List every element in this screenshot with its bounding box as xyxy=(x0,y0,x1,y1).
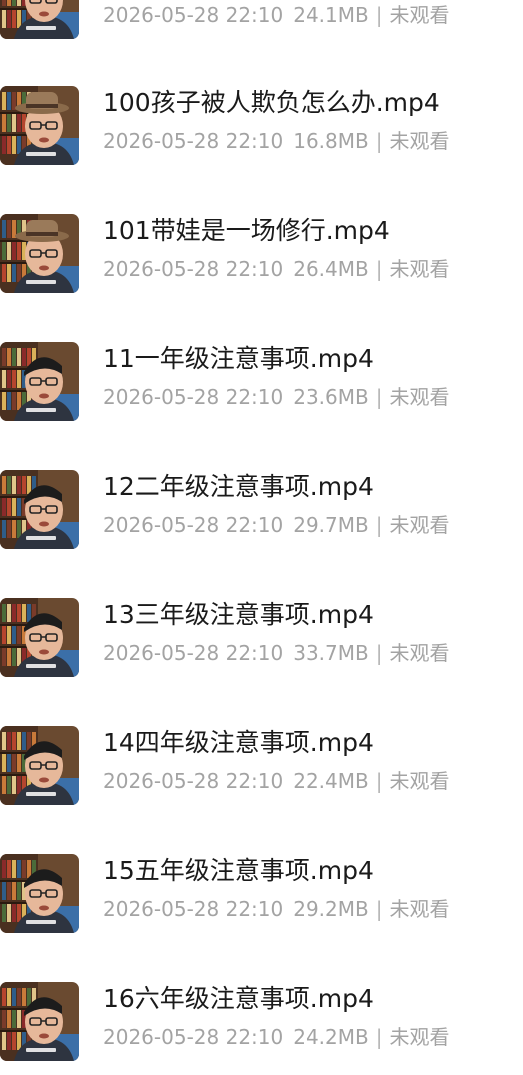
watch-status: 未观看 xyxy=(389,897,450,921)
video-thumbnail[interactable] xyxy=(0,86,79,165)
video-title: 15五年级注意事项.mp4 xyxy=(103,856,374,885)
video-size: 16.8MB xyxy=(293,129,369,153)
watch-status: 未观看 xyxy=(389,1025,450,1049)
video-meta: 2026-05-28 22:10 24.1MB | 未观看 xyxy=(103,0,450,30)
meta-separator: | xyxy=(375,641,383,665)
video-meta: 2026-05-28 22:10 24.2MB | 未观看 xyxy=(103,1022,450,1052)
list-item[interactable]: 12二年级注意事项.mp4 2026-05-28 22:10 29.7MB | 未观看 xyxy=(0,470,523,598)
video-meta: 2026-05-28 22:10 22.4MB | 未观看 xyxy=(103,766,450,796)
video-title: 12二年级注意事项.mp4 xyxy=(103,472,374,501)
video-thumbnail[interactable] xyxy=(0,982,79,1061)
video-title: 100孩子被人欺负怎么办.mp4 xyxy=(103,88,440,117)
video-date: 2026-05-28 22:10 xyxy=(103,385,284,409)
video-size: 23.6MB xyxy=(293,385,369,409)
watch-status: 未观看 xyxy=(389,257,450,281)
video-meta: 2026-05-28 22:10 29.2MB | 未观看 xyxy=(103,894,450,924)
video-title: 14四年级注意事项.mp4 xyxy=(103,728,374,757)
video-thumbnail[interactable] xyxy=(0,214,79,293)
video-meta: 2026-05-28 22:10 29.7MB | 未观看 xyxy=(103,510,450,540)
meta-separator: | xyxy=(375,1025,383,1049)
meta-separator: | xyxy=(375,769,383,793)
watch-status: 未观看 xyxy=(389,129,450,153)
watch-status: 未观看 xyxy=(389,513,450,537)
video-file-list: 2026-05-28 22:10 24.1MB | 未观看 100孩子被人欺负怎么办.… xyxy=(0,0,523,1075)
video-size: 33.7MB xyxy=(293,641,369,665)
watch-status: 未观看 xyxy=(389,769,450,793)
video-size: 29.2MB xyxy=(293,897,369,921)
video-size: 26.4MB xyxy=(293,257,369,281)
list-item[interactable]: 13三年级注意事项.mp4 2026-05-28 22:10 33.7MB | 未观看 xyxy=(0,598,523,726)
list-item[interactable]: 11一年级注意事项.mp4 2026-05-28 22:10 23.6MB | 未观看 xyxy=(0,342,523,470)
video-thumbnail[interactable] xyxy=(0,726,79,805)
list-item[interactable]: 15五年级注意事项.mp4 2026-05-28 22:10 29.2MB | 未观看 xyxy=(0,854,523,982)
meta-separator: | xyxy=(375,3,383,27)
meta-separator: | xyxy=(375,129,383,153)
video-date: 2026-05-28 22:10 xyxy=(103,257,284,281)
meta-separator: | xyxy=(375,257,383,281)
watch-status: 未观看 xyxy=(389,641,450,665)
video-thumbnail[interactable] xyxy=(0,470,79,549)
list-item[interactable]: 16六年级注意事项.mp4 2026-05-28 22:10 24.2MB | 未观看 xyxy=(0,982,523,1075)
video-thumbnail[interactable] xyxy=(0,342,79,421)
video-meta: 2026-05-28 22:10 23.6MB | 未观看 xyxy=(103,382,450,412)
video-date: 2026-05-28 22:10 xyxy=(103,769,284,793)
video-thumbnail[interactable] xyxy=(0,0,79,39)
watch-status: 未观看 xyxy=(389,3,450,27)
video-meta: 2026-05-28 22:10 33.7MB | 未观看 xyxy=(103,638,450,668)
meta-separator: | xyxy=(375,897,383,921)
video-meta: 2026-05-28 22:10 26.4MB | 未观看 xyxy=(103,254,450,284)
video-date: 2026-05-28 22:10 xyxy=(103,641,284,665)
video-date: 2026-05-28 22:10 xyxy=(103,513,284,537)
video-date: 2026-05-28 22:10 xyxy=(103,897,284,921)
video-date: 2026-05-28 22:10 xyxy=(103,1025,284,1049)
list-item[interactable]: 2026-05-28 22:10 24.1MB | 未观看 xyxy=(0,0,523,88)
list-item[interactable]: 101带娃是一场修行.mp4 2026-05-28 22:10 26.4MB | 未观… xyxy=(0,214,523,342)
video-size: 24.1MB xyxy=(293,3,369,27)
video-date: 2026-05-28 22:10 xyxy=(103,129,284,153)
video-size: 29.7MB xyxy=(293,513,369,537)
video-thumbnail[interactable] xyxy=(0,854,79,933)
video-date: 2026-05-28 22:10 xyxy=(103,3,284,27)
list-item[interactable]: 100孩子被人欺负怎么办.mp4 2026-05-28 22:10 16.8MB |… xyxy=(0,86,523,214)
video-meta: 2026-05-28 22:10 16.8MB | 未观看 xyxy=(103,126,450,156)
video-title: 16六年级注意事项.mp4 xyxy=(103,984,374,1013)
video-title: 11一年级注意事项.mp4 xyxy=(103,344,374,373)
video-size: 22.4MB xyxy=(293,769,369,793)
video-title: 101带娃是一场修行.mp4 xyxy=(103,216,390,245)
watch-status: 未观看 xyxy=(389,385,450,409)
meta-separator: | xyxy=(375,385,383,409)
list-item[interactable]: 14四年级注意事项.mp4 2026-05-28 22:10 22.4MB | 未观看 xyxy=(0,726,523,854)
meta-separator: | xyxy=(375,513,383,537)
video-size: 24.2MB xyxy=(293,1025,369,1049)
video-thumbnail[interactable] xyxy=(0,598,79,677)
video-title: 13三年级注意事项.mp4 xyxy=(103,600,374,629)
